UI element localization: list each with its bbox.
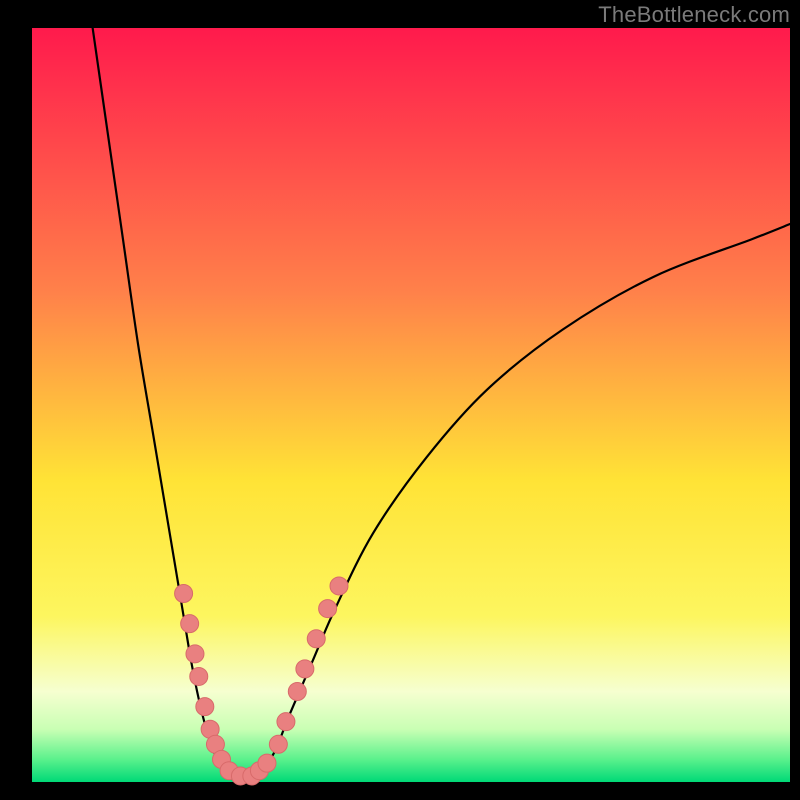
curve-marker (186, 645, 204, 663)
curve-marker (269, 735, 287, 753)
curve-marker (181, 615, 199, 633)
curve-marker (307, 630, 325, 648)
chart-background (32, 28, 790, 782)
curve-marker (296, 660, 314, 678)
curve-marker (288, 683, 306, 701)
bottleneck-chart (0, 0, 800, 800)
curve-marker (175, 585, 193, 603)
curve-marker (196, 698, 214, 716)
curve-marker (330, 577, 348, 595)
curve-marker (258, 754, 276, 772)
chart-stage: TheBottleneck.com (0, 0, 800, 800)
curve-marker (277, 713, 295, 731)
curve-marker (190, 667, 208, 685)
curve-marker (319, 600, 337, 618)
watermark-text: TheBottleneck.com (598, 2, 790, 28)
